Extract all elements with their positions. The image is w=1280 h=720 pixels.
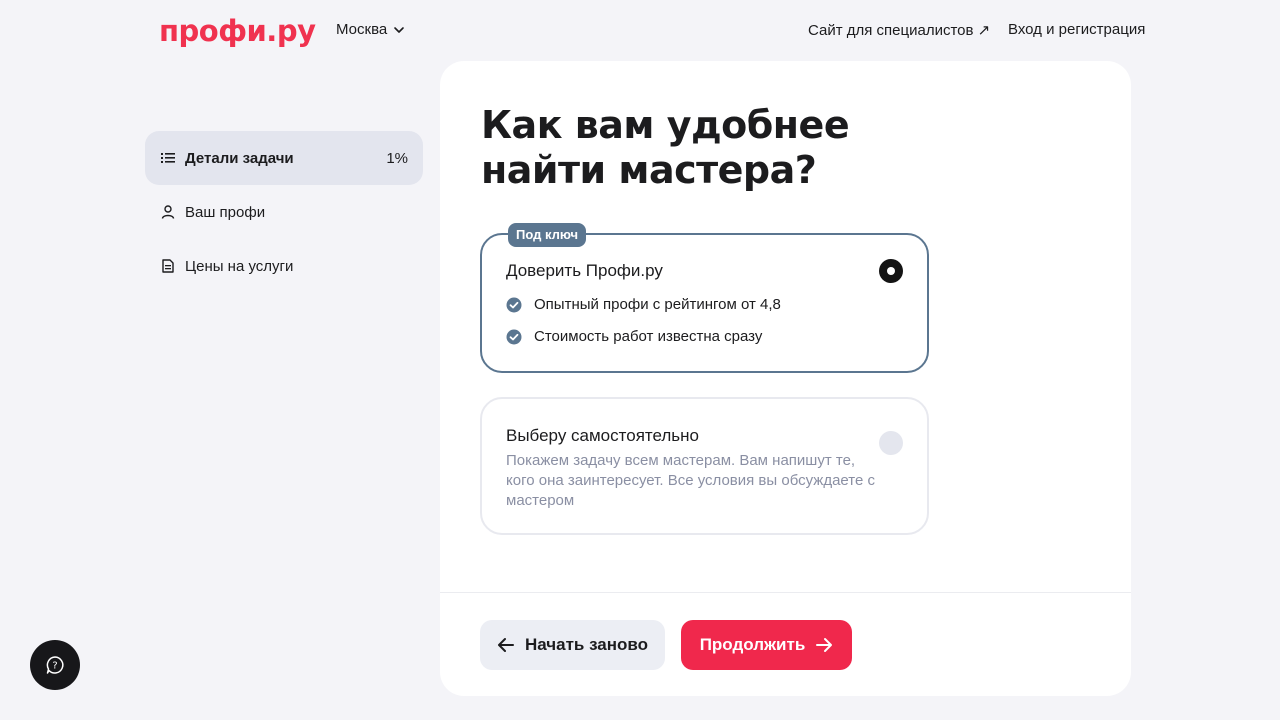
city-label: Москва: [336, 21, 388, 38]
chat-question-icon: ?: [46, 656, 64, 674]
option-badge: Под ключ: [508, 223, 587, 247]
check-circle-icon: [506, 297, 522, 312]
logo[interactable]: профи.ру: [159, 14, 316, 48]
chevron-down-icon: [394, 26, 405, 33]
check-circle-icon: [506, 329, 522, 344]
option-trust-profi[interactable]: Под ключ Доверить Профи.ру Опытный профи…: [480, 223, 929, 373]
continue-label: Продолжить: [699, 635, 806, 654]
sidebar-item-label: Детали задачи: [185, 149, 294, 167]
feature-item: Стоимость работ известна сразу: [506, 328, 762, 345]
city-selector[interactable]: Москва: [336, 21, 405, 38]
sidebar-item-your-pro[interactable]: Ваш профи: [145, 185, 423, 239]
option-description: Покажем задачу всем мастерам. Вам напишу…: [506, 452, 875, 509]
page-title: Как вам удобнее найти мастера?: [481, 103, 850, 192]
sidebar: Детали задачи 1% Ваш профи Цены на услуг…: [145, 131, 423, 293]
sidebar-item-label: Ваш профи: [185, 203, 266, 221]
radio-selected[interactable]: [879, 259, 903, 283]
option-choose-myself[interactable]: Выберу самостоятельно Покажем задачу все…: [480, 397, 929, 535]
list-icon: [161, 151, 175, 165]
arrow-left-icon: [497, 638, 514, 652]
option-title: Доверить Профи.ру: [506, 261, 663, 280]
sidebar-item-label: Цены на услуги: [185, 257, 294, 275]
restart-label: Начать заново: [524, 635, 649, 654]
svg-text:?: ?: [52, 661, 57, 672]
restart-button[interactable]: Начать заново: [480, 620, 665, 670]
option-title: Выберу самостоятельно: [506, 426, 700, 445]
login-link[interactable]: Вход и регистрация: [1008, 21, 1145, 38]
feature-text: Стоимость работ известна сразу: [534, 328, 763, 345]
specialists-link[interactable]: Сайт для специалистов ↗: [808, 21, 990, 39]
main-card: Как вам удобнее найти мастера? Под ключ …: [440, 61, 1131, 696]
radio-unselected[interactable]: [879, 431, 903, 455]
continue-button[interactable]: Продолжить: [681, 620, 852, 670]
feature-item: Опытный профи с рейтингом от 4,8: [506, 296, 781, 313]
sidebar-item-task-details[interactable]: Детали задачи 1%: [145, 131, 423, 185]
user-icon: [161, 205, 175, 219]
sidebar-item-prices[interactable]: Цены на услуги: [145, 239, 423, 293]
progress-percent: 1%: [386, 149, 408, 167]
divider: [440, 592, 1131, 593]
arrow-right-icon: [816, 638, 833, 652]
help-chat-button[interactable]: ?: [30, 640, 80, 690]
document-icon: [161, 259, 175, 273]
feature-text: Опытный профи с рейтингом от 4,8: [534, 296, 781, 313]
header: профи.ру Москва Сайт для специалистов ↗ …: [0, 0, 1280, 62]
